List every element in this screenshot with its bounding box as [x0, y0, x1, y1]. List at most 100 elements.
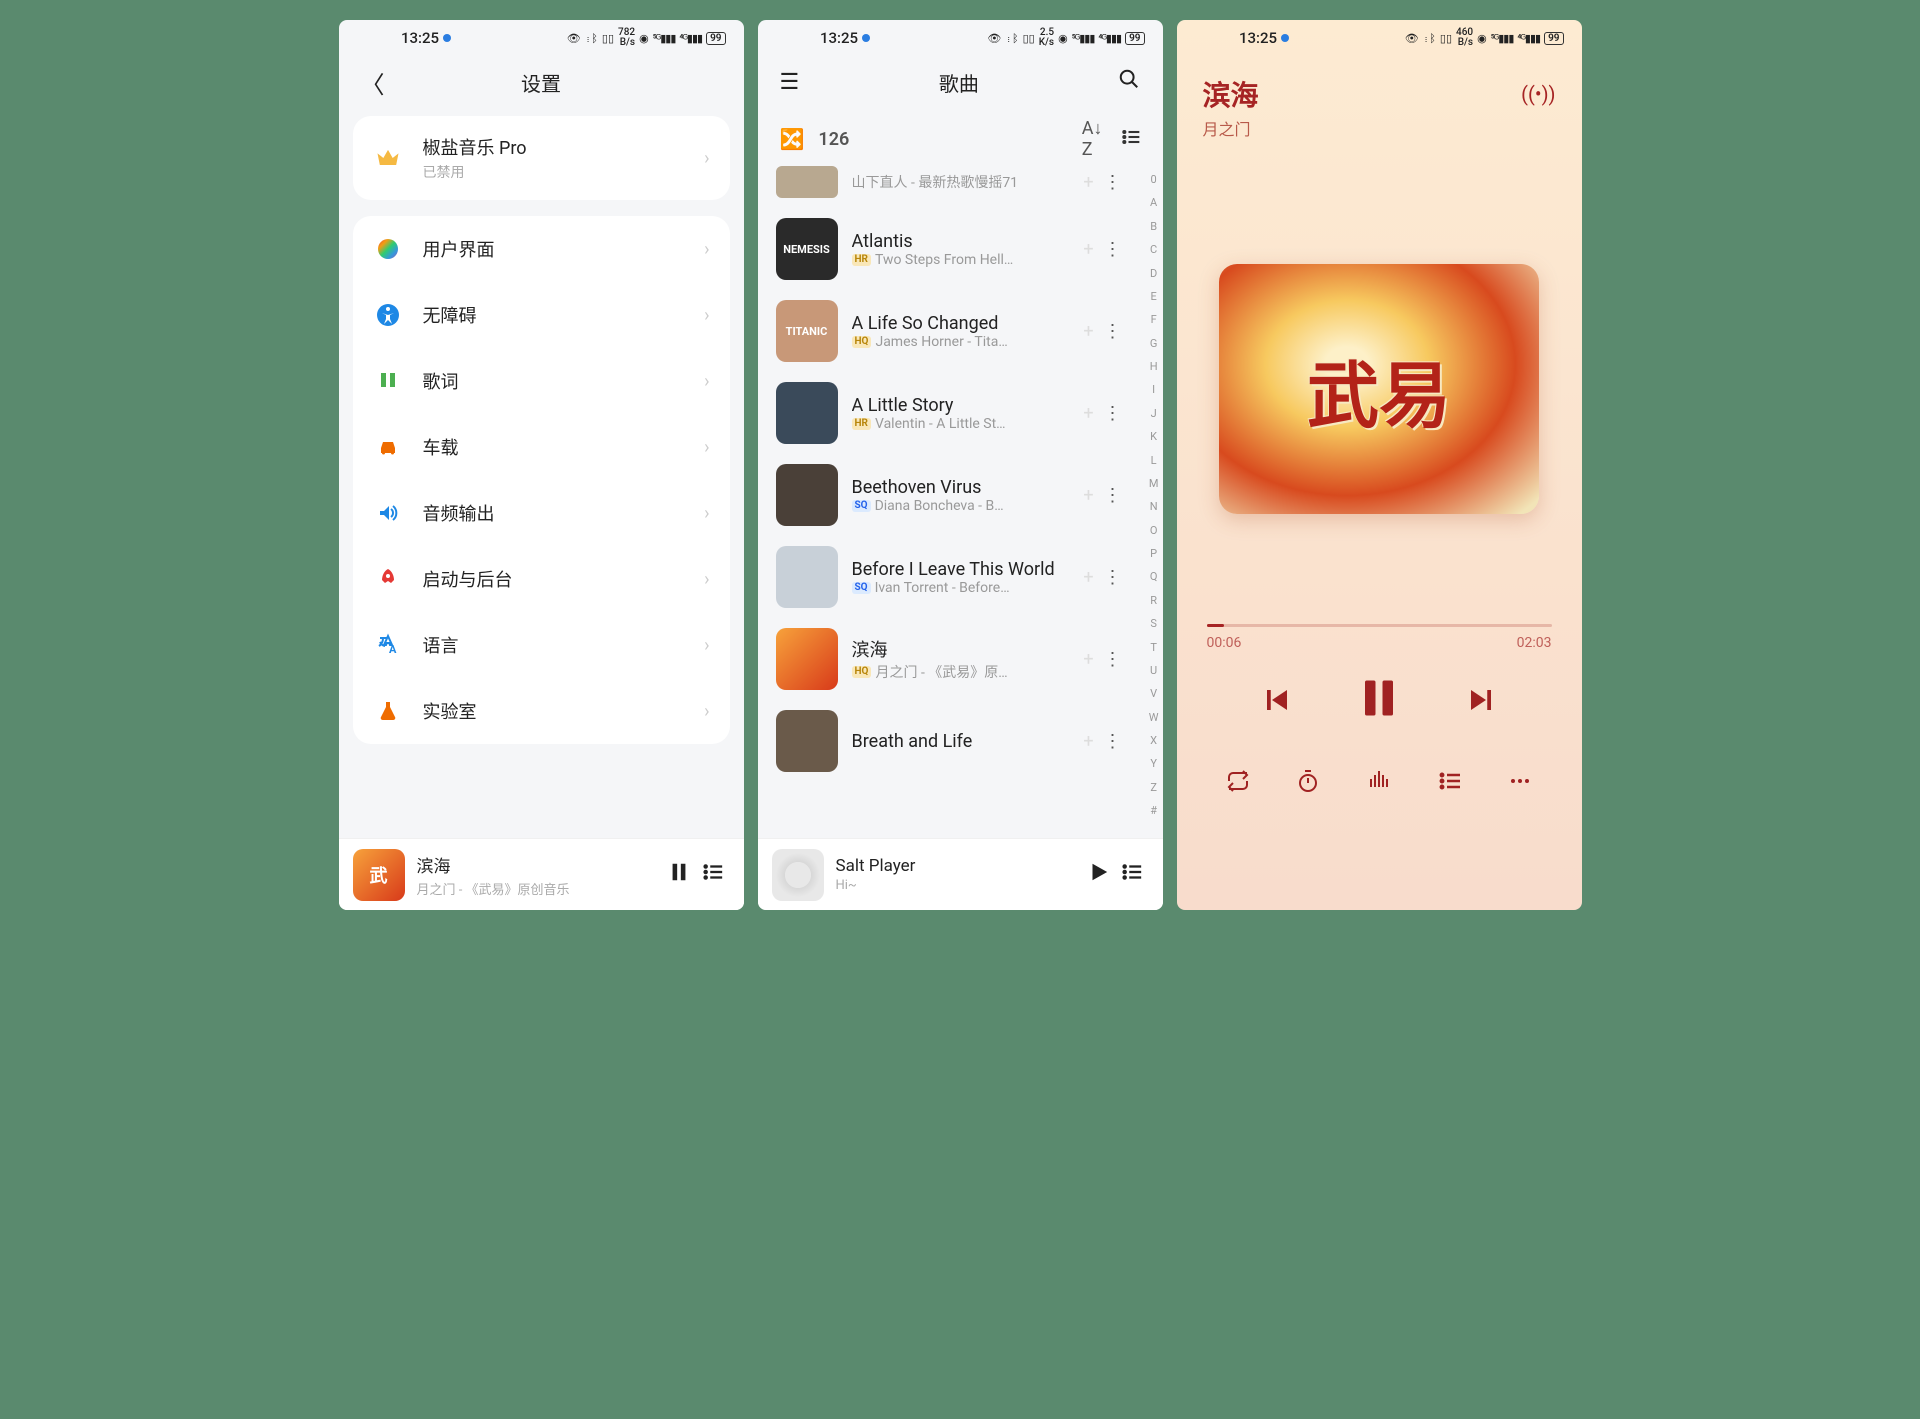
alpha-U[interactable]: U — [1149, 663, 1159, 680]
shuffle-button[interactable]: 🔀 — [780, 127, 805, 151]
song-more-button[interactable]: ⋮ — [1101, 485, 1125, 506]
list-view-button[interactable] — [1121, 127, 1141, 152]
alpha-#[interactable]: # — [1149, 803, 1159, 820]
song-art — [776, 628, 838, 690]
back-button[interactable]: 〈 — [361, 65, 385, 100]
mini-player[interactable]: Salt Player Hi~ — [758, 838, 1163, 910]
song-more-button[interactable]: ⋮ — [1101, 172, 1125, 193]
song-row[interactable]: Before I Leave This World SQIvan Torrent… — [772, 536, 1129, 618]
alpha-I[interactable]: I — [1149, 382, 1159, 399]
alpha-F[interactable]: F — [1149, 312, 1159, 329]
settings-item-lyrics[interactable]: 歌词 › — [353, 348, 730, 414]
song-row[interactable]: A Little Story HRValentin - A Little St…… — [772, 372, 1129, 454]
alpha-Z[interactable]: Z — [1149, 780, 1159, 797]
alpha-B[interactable]: B — [1149, 219, 1159, 236]
song-more-button[interactable]: ⋮ — [1101, 403, 1125, 424]
song-subtitle: HRValentin - A Little St… — [852, 416, 1077, 432]
queue-button[interactable] — [696, 861, 730, 889]
np-track-title[interactable]: 滨海 — [1203, 74, 1556, 114]
repeat-button[interactable] — [1224, 769, 1252, 798]
alpha-A[interactable]: A — [1149, 195, 1159, 212]
song-row[interactable]: 山下直人 - 最新热歌慢摇71 + ⋮ — [772, 166, 1129, 208]
add-button[interactable]: + — [1077, 321, 1101, 342]
song-more-button[interactable]: ⋮ — [1101, 567, 1125, 588]
settings-item-accessibility[interactable]: 无障碍 › — [353, 282, 730, 348]
song-more-button[interactable]: ⋮ — [1101, 239, 1125, 260]
cast-button[interactable]: ((•)) — [1521, 82, 1555, 106]
alpha-T[interactable]: T — [1149, 640, 1159, 657]
settings-item-palette[interactable]: 用户界面 › — [353, 216, 730, 282]
np-artist[interactable]: 月之门 — [1203, 116, 1556, 140]
mini-album-art[interactable]: 武 — [353, 849, 405, 901]
alpha-M[interactable]: M — [1149, 476, 1159, 493]
alpha-D[interactable]: D — [1149, 266, 1159, 283]
more-button[interactable] — [1506, 769, 1534, 798]
pro-card[interactable]: 椒盐音乐 Pro 已禁用 › — [353, 116, 730, 200]
queue-button[interactable] — [1436, 769, 1464, 798]
signal-4g-icon: ⁴ᴳ▮▮▮ — [1517, 32, 1540, 45]
menu-button[interactable]: ☰ — [780, 70, 800, 95]
pause-button[interactable] — [662, 861, 696, 889]
song-subtitle: HRTwo Steps From Hell… — [852, 252, 1077, 268]
add-button[interactable]: + — [1077, 239, 1101, 260]
alpha-N[interactable]: N — [1149, 499, 1159, 516]
song-row[interactable]: Beethoven Virus SQDiana Boncheva - B… + … — [772, 454, 1129, 536]
add-button[interactable]: + — [1077, 485, 1101, 506]
mini-album-art[interactable] — [772, 849, 824, 901]
alpha-X[interactable]: X — [1149, 733, 1159, 750]
song-row[interactable]: Breath and Life + ⋮ — [772, 700, 1129, 782]
song-row[interactable]: TITANIC A Life So Changed HQJames Horner… — [772, 290, 1129, 372]
previous-button[interactable] — [1262, 685, 1292, 722]
chevron-right-icon: › — [704, 305, 709, 326]
alpha-K[interactable]: K — [1149, 429, 1159, 446]
queue-button[interactable] — [1115, 861, 1149, 889]
alpha-Q[interactable]: Q — [1149, 569, 1159, 586]
song-more-button[interactable]: ⋮ — [1101, 649, 1125, 670]
status-time: 13:25 — [401, 29, 439, 47]
alpha-W[interactable]: W — [1149, 710, 1159, 727]
song-more-button[interactable]: ⋮ — [1101, 321, 1125, 342]
pause-button[interactable] — [1358, 677, 1400, 729]
add-button[interactable]: + — [1077, 172, 1101, 193]
alpha-C[interactable]: C — [1149, 242, 1159, 259]
alpha-J[interactable]: J — [1149, 406, 1159, 423]
timer-button[interactable] — [1294, 769, 1322, 798]
alpha-0[interactable]: 0 — [1149, 172, 1159, 189]
mini-player[interactable]: 武 滨海 月之门 - 《武易》原创音乐 — [339, 838, 744, 910]
alpha-index[interactable]: 0 ABCDEFGHIJKLMNOPQRSTUVWXYZ # — [1149, 172, 1159, 820]
sort-button[interactable]: A↓Z — [1082, 118, 1103, 160]
song-row[interactable]: 滨海 HQ月之门 - 《武易》原… + ⋮ — [772, 618, 1129, 700]
alpha-H[interactable]: H — [1149, 359, 1159, 376]
settings-item-language[interactable]: A 语言 › — [353, 612, 730, 678]
add-button[interactable]: + — [1077, 567, 1101, 588]
add-button[interactable]: + — [1077, 649, 1101, 670]
song-more-button[interactable]: ⋮ — [1101, 731, 1125, 752]
settings-item-audio[interactable]: 音频输出 › — [353, 480, 730, 546]
alpha-O[interactable]: O — [1149, 523, 1159, 540]
album-art[interactable]: 武易 — [1219, 264, 1539, 514]
settings-item-lab[interactable]: 实验室 › — [353, 678, 730, 744]
settings-item-rocket[interactable]: 启动与后台 › — [353, 546, 730, 612]
progress-bar[interactable]: 00:06 02:03 — [1207, 624, 1552, 651]
search-button[interactable] — [1118, 68, 1140, 96]
alpha-L[interactable]: L — [1149, 453, 1159, 470]
next-button[interactable] — [1466, 685, 1496, 722]
add-button[interactable]: + — [1077, 731, 1101, 752]
alpha-P[interactable]: P — [1149, 546, 1159, 563]
time-elapsed: 00:06 — [1207, 635, 1242, 651]
equalizer-button[interactable] — [1365, 769, 1393, 798]
song-art: TITANIC — [776, 300, 838, 362]
alpha-Y[interactable]: Y — [1149, 756, 1159, 773]
song-row[interactable]: NEMESIS Atlantis HRTwo Steps From Hell… … — [772, 208, 1129, 290]
settings-item-car[interactable]: 车载 › — [353, 414, 730, 480]
song-title: Before I Leave This World — [852, 559, 1077, 580]
alpha-G[interactable]: G — [1149, 336, 1159, 353]
alpha-E[interactable]: E — [1149, 289, 1159, 306]
alpha-S[interactable]: S — [1149, 616, 1159, 633]
alpha-R[interactable]: R — [1149, 593, 1159, 610]
alpha-V[interactable]: V — [1149, 686, 1159, 703]
quality-badge: HQ — [852, 336, 872, 348]
add-button[interactable]: + — [1077, 403, 1101, 424]
play-button[interactable] — [1081, 861, 1115, 889]
now-playing-screen: 13:25 👁 ⋮ᛒ ▯▯ 460B/s ◉ ⁵ᴳ▮▮▮ ⁴ᴳ▮▮▮ 99 滨海… — [1177, 20, 1582, 910]
